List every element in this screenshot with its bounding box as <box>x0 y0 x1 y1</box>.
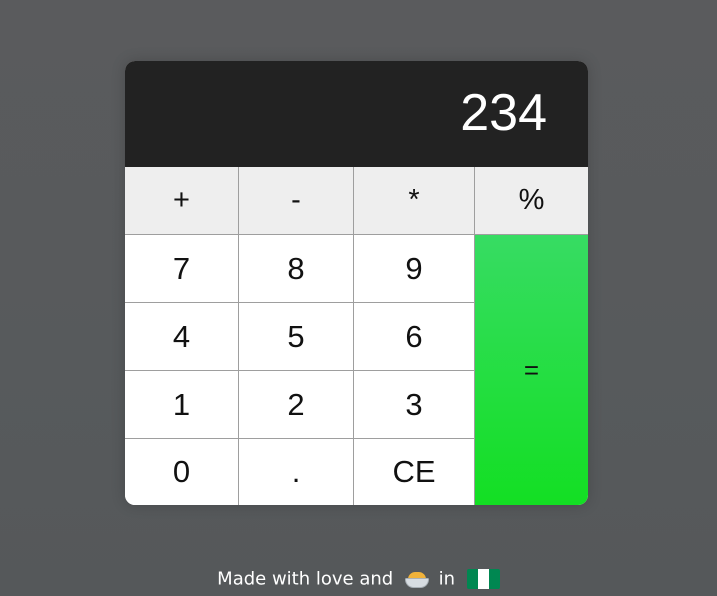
display-value: 234 <box>460 84 547 142</box>
plus-button[interactable]: + <box>125 167 239 235</box>
footer-text: Made with love and <box>217 568 394 590</box>
digit-6-button[interactable]: 6 <box>354 303 475 371</box>
digit-8-button[interactable]: 8 <box>239 235 354 303</box>
multiply-button[interactable]: * <box>354 167 475 235</box>
percent-button[interactable]: % <box>475 167 588 235</box>
footer: Made with love and in <box>0 568 717 590</box>
minus-button[interactable]: - <box>239 167 354 235</box>
display: 234 <box>125 61 588 167</box>
nigeria-flag-icon <box>466 569 500 589</box>
digit-1-button[interactable]: 1 <box>125 371 239 439</box>
calculator: 234 + - * % 7 8 9 4 5 6 1 2 3 0 . CE = <box>125 61 588 505</box>
footer-in-text: in <box>438 568 456 590</box>
digit-5-button[interactable]: 5 <box>239 303 354 371</box>
digit-3-button[interactable]: 3 <box>354 371 475 439</box>
equals-button[interactable]: = <box>475 235 588 505</box>
digit-2-button[interactable]: 2 <box>239 371 354 439</box>
digit-7-button[interactable]: 7 <box>125 235 239 303</box>
decimal-button[interactable]: . <box>239 439 354 505</box>
digit-9-button[interactable]: 9 <box>354 235 475 303</box>
digit-0-button[interactable]: 0 <box>125 439 239 505</box>
curry-bowl-icon <box>404 570 429 588</box>
clear-button[interactable]: CE <box>354 439 475 505</box>
digit-4-button[interactable]: 4 <box>125 303 239 371</box>
